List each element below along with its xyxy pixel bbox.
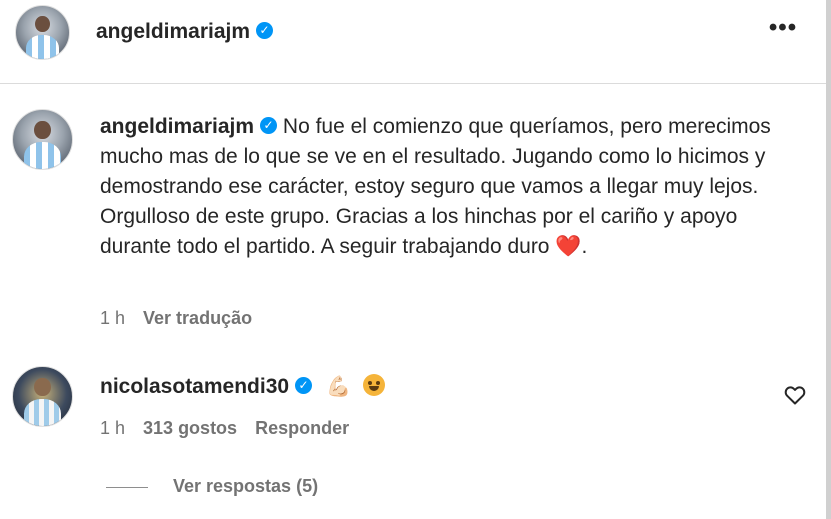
caption-avatar[interactable] <box>12 109 73 170</box>
caption-time: 1 h <box>100 308 126 328</box>
avatar-shirt <box>25 35 60 59</box>
more-options-icon[interactable]: ••• <box>767 16 799 44</box>
header-username-row: angeldimariajm ✓ <box>96 20 274 44</box>
verified-icon: ✓ <box>256 21 274 39</box>
scrollbar[interactable] <box>826 0 831 519</box>
caption: angeldimariajm ✓ No fue el comienzo que q… <box>100 112 800 262</box>
comment-text: nicolasotamendi30 ✓ 💪🏻 <box>100 372 385 402</box>
like-heart-icon[interactable] <box>783 383 807 407</box>
red-heart-emoji: ❤️ <box>555 235 582 258</box>
comment-likes[interactable]: 313 gostos <box>143 418 237 438</box>
comment-time: 1 h <box>100 418 126 438</box>
avatar-shirt <box>23 399 62 426</box>
caption-suffix: . <box>581 235 588 258</box>
verified-icon: ✓ <box>260 116 278 134</box>
comment-username[interactable]: nicolasotamendi30 <box>100 375 289 398</box>
translate-link[interactable]: Ver tradução <box>143 308 252 328</box>
comment-avatar[interactable] <box>12 366 73 427</box>
post-header: angeldimariajm ✓ ••• <box>0 0 831 84</box>
view-replies-button[interactable]: Ver respostas (5) <box>173 476 318 497</box>
reply-button[interactable]: Responder <box>255 418 349 438</box>
avatar-head <box>34 120 51 140</box>
comment-meta: 1 h 313 gostos Responder <box>100 418 367 439</box>
avatar-shirt <box>23 142 62 169</box>
verified-icon: ✓ <box>295 376 313 394</box>
avatar-head <box>34 377 51 397</box>
flexed-biceps-emoji: 💪🏻 <box>326 376 351 398</box>
cowboy-face-emoji <box>362 374 385 397</box>
header-username[interactable]: angeldimariajm <box>96 20 250 43</box>
caption-username[interactable]: angeldimariajm <box>100 115 254 138</box>
replies-divider <box>106 487 148 488</box>
avatar-head <box>35 15 50 33</box>
caption-meta: 1 h Ver tradução <box>100 308 270 329</box>
header-avatar[interactable] <box>15 5 70 60</box>
